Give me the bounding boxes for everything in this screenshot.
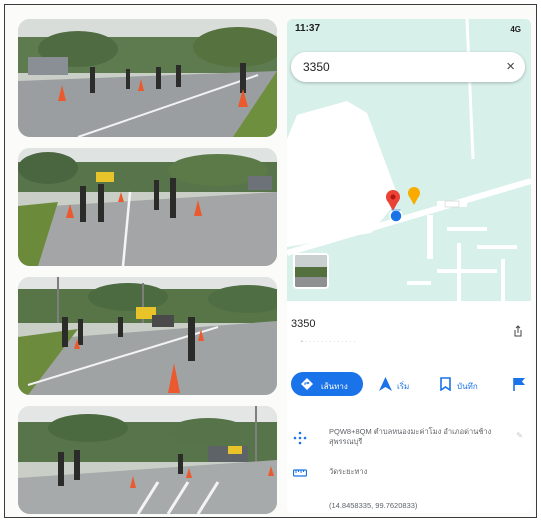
- bookmark-icon: [440, 377, 451, 391]
- checkpoint-photo-1: [18, 19, 277, 137]
- directions-label: เส้นทาง: [321, 382, 348, 391]
- navigation-arrow-icon: [379, 377, 392, 391]
- status-time: 11:37: [295, 23, 321, 34]
- place-title: 3350: [291, 318, 316, 330]
- checkpoint-photo-3: [18, 277, 277, 395]
- measure-distance-row[interactable]: วัดระยะทาง: [287, 465, 531, 483]
- current-location-icon: [389, 209, 403, 223]
- action-bar: เส้นทาง เริ่ม บันทึก ติ: [291, 372, 531, 398]
- directions-icon: [301, 378, 313, 390]
- edit-icon[interactable]: ✎: [516, 431, 523, 440]
- place-subtitle: • · · · · · · · · · · · · ·: [301, 339, 356, 345]
- search-bar[interactable]: 3350 ×: [291, 52, 525, 82]
- screenshot-frame: 11:37 4G 3350 × 3350 • · · · · · · · · ·…: [4, 4, 537, 518]
- coordinates-row[interactable]: (14.8458335, 99.7620833): [287, 499, 531, 513]
- address-row[interactable]: PQW8+8QM ตำบลหนองมะค่าโมง อำเภอด่านช้าง …: [287, 427, 531, 457]
- save-label: บันทึก: [457, 382, 478, 391]
- label-button[interactable]: ติ: [513, 372, 531, 396]
- directions-button[interactable]: เส้นทาง: [291, 372, 363, 396]
- save-button[interactable]: บันทึก: [439, 372, 499, 396]
- search-input[interactable]: 3350: [303, 60, 330, 74]
- map-view[interactable]: 11:37 4G 3350 ×: [287, 19, 531, 301]
- checkpoint-photo-2: [18, 148, 277, 266]
- close-icon[interactable]: ×: [506, 58, 515, 75]
- coordinates-text: (14.8458335, 99.7620833): [329, 501, 418, 510]
- flag-icon: [513, 378, 525, 391]
- street-view-thumbnail[interactable]: [293, 253, 329, 289]
- ruler-icon: [293, 469, 307, 477]
- maps-phone-screenshot: 11:37 4G 3350 × 3350 • · · · · · · · · ·…: [287, 19, 531, 513]
- start-label: เริ่ม: [397, 382, 410, 391]
- status-network: 4G: [510, 25, 521, 34]
- plus-code-address: PQW8+8QM ตำบลหนองมะค่าโมง อำเภอด่านช้าง …: [329, 427, 492, 446]
- measure-distance-label: วัดระยะทาง: [329, 467, 368, 476]
- share-icon[interactable]: [513, 325, 523, 337]
- plus-code-icon: [293, 431, 307, 445]
- start-button[interactable]: เริ่ม: [379, 372, 427, 396]
- checkpoint-photo-4: [18, 406, 277, 514]
